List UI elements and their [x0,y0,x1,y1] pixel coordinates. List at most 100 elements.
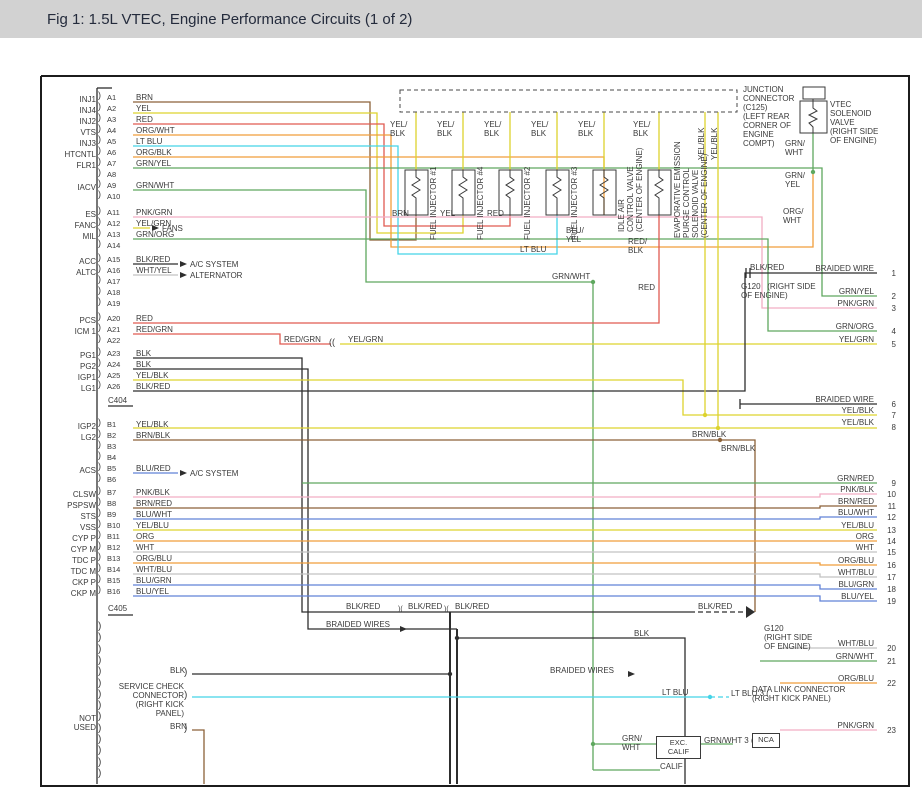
pin-id: A20 [107,314,120,323]
inline-connector-icon: )( [444,605,449,614]
wire-label: YEL/BLK [710,128,719,160]
edge-wire-label: PNK/GRN [790,721,874,730]
pin-id: B7 [107,488,116,497]
pin-id: B5 [107,464,116,473]
pin-bracket-icon: ) [98,179,101,188]
wire-label: RED [487,209,504,218]
ecm-left-label: IGP1 [54,373,96,382]
wire-label: GRN/WHT [552,272,590,281]
wire-label: BRAIDED WIRES [326,620,390,629]
edge-wire-number: 17 [880,573,896,582]
ecm-left-label: ACC [54,257,96,266]
wire-label: YEL/ BLK [531,120,548,138]
edge-wire-label: BLU/GRN [790,580,874,589]
edge-wire-number: 4 [880,327,896,336]
ecm-left-label: FLR1 [54,161,96,170]
pin-bracket-icon: ) [98,206,101,215]
pin-bracket-icon: ) [98,418,101,427]
pin-wire-name: YEL/BLU [136,521,169,530]
pin-id: A23 [107,349,120,358]
wire-label: RED [631,283,655,292]
pin-bracket-icon: ) [98,440,101,449]
pin-bracket-icon: ) [98,239,101,248]
ecm-left-label: FANC [54,221,96,230]
pin-bracket-icon: ) [98,530,101,539]
pin-bracket-icon: ) [98,323,101,332]
wire-label: BRN [392,209,409,218]
ecm-left-label: IGP2 [54,422,96,431]
pin-bracket-icon: ) [98,633,101,642]
pin-bracket-icon: ) [98,701,101,710]
pin-id: B9 [107,510,116,519]
alternator-label: ALTERNATOR [190,271,242,280]
edge-wire-number: 13 [880,526,896,535]
wire-label: BLK [170,666,185,675]
ecm-left-label: INJ3 [54,139,96,148]
pin-id: A14 [107,241,120,250]
pin-bracket-icon: ) [98,286,101,295]
pin-bracket-icon: ) [98,724,101,733]
pin-bracket-icon: ) [184,691,187,700]
pin-wire-name: BLK/RED [136,255,170,264]
edge-wire-label: BRAIDED WIRE [790,395,874,404]
ecm-left-label: LG1 [54,384,96,393]
edge-wire-number: 2 [880,292,896,301]
ecm-left-label: CLSW [54,490,96,499]
wire-label: BRAIDED WIRES [550,666,614,675]
edge-wire-label: PNK/GRN [790,299,874,308]
pin-id: A9 [107,181,116,190]
pin-id: B6 [107,475,116,484]
connector-label: C405 [108,604,127,613]
pin-bracket-icon: ) [98,190,101,199]
pin-bracket-icon: ) [98,264,101,273]
wire-label: GRN/WHT 3 ( [704,736,754,745]
pin-wire-name: BLU/GRN [136,576,172,585]
pin-id: A4 [107,126,116,135]
wire-label: BLK/RED [698,602,732,611]
wire-label: CALIF [660,762,683,771]
junction-connector-label: JUNCTION CONNECTOR (C125) (LEFT REAR COR… [743,85,794,148]
fans-label: FANS [162,224,183,233]
edge-wire-number: 11 [880,502,896,511]
edge-wire-number: 20 [880,644,896,653]
pin-bracket-icon: ) [98,497,101,506]
edge-wire-label: BLU/WHT [790,508,874,517]
pin-id: A15 [107,255,120,264]
edge-wire-label: GRN/ORG [790,322,874,331]
component-label: FUEL INJECTOR #3 [570,167,579,240]
ecm-left-label: HTCNTL [54,150,96,159]
pin-bracket-icon: ) [98,334,101,343]
ecm-left-label: ALTC [54,268,96,277]
pin-wire-name: WHT/YEL [136,266,172,275]
wire-label: YEL/ BLK [578,120,595,138]
pin-id: B10 [107,521,120,530]
wire-label: ORG/ WHT [783,207,803,225]
ecm-left-label: LG2 [54,433,96,442]
pin-wire-name: BLK/RED [136,382,170,391]
pin-bracket-icon: ) [98,358,101,367]
pin-bracket-icon: ) [98,91,101,100]
ecm-left-label: VTS [54,128,96,137]
pin-wire-name: YEL [136,104,151,113]
ecm-left-label: PG1 [54,351,96,360]
pin-bracket-icon: ) [98,679,101,688]
wire-label: YEL [440,209,455,218]
pin-bracket-icon: ) [98,135,101,144]
pin-id: B13 [107,554,120,563]
pin-bracket-icon: ) [98,486,101,495]
pin-bracket-icon: ) [98,622,101,631]
ecm-left-label: ACS [54,466,96,475]
edge-wire-label: GRN/RED [790,474,874,483]
ecm-left-label: CKP M [54,589,96,598]
pin-id: B11 [107,532,120,541]
wire-label: BLK/RED [408,602,442,611]
pin-bracket-icon: ) [98,563,101,572]
ecm-left-label: IACV [54,183,96,192]
nca-box: NCA [752,733,780,748]
edge-wire-number: 3 [880,304,896,313]
edge-wire-label: YEL/BLU [790,521,874,530]
pin-bracket-icon: ) [98,124,101,133]
wiring-diagram: )A1BRN)A2YEL)A3RED)A4ORG/WHT)A5LT BLU)A6… [0,0,922,802]
ecm-left-label: MIL [54,232,96,241]
wire-label: LT BLU [520,245,546,254]
